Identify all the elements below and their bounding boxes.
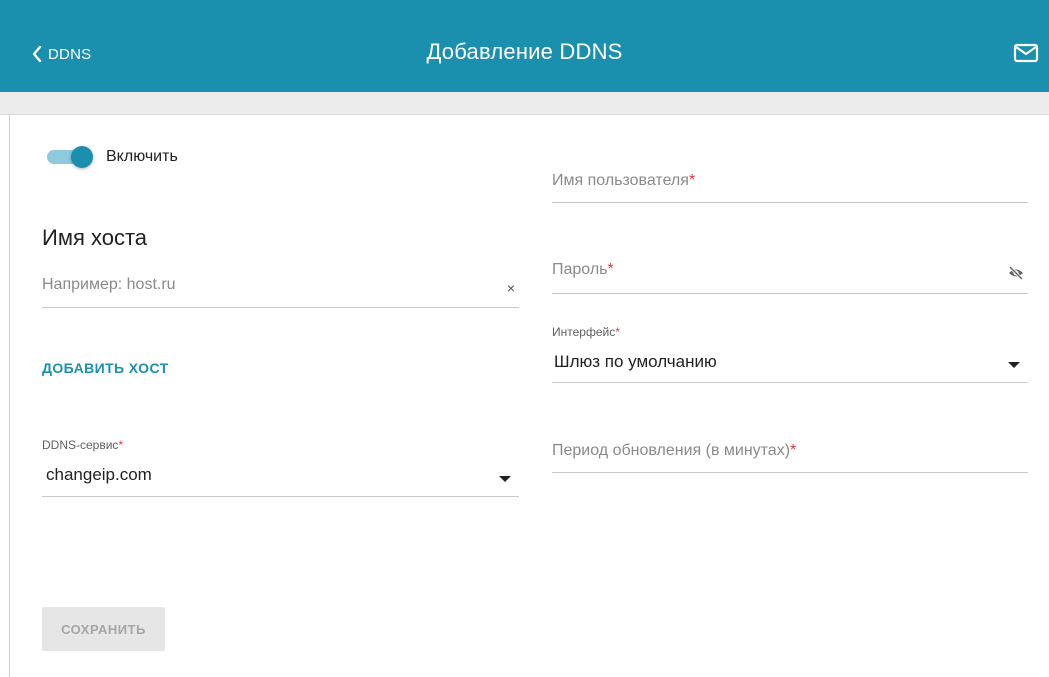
interface-label: Интерфейс* <box>552 325 620 339</box>
ddns-service-label: DDNS-сервис* <box>42 438 124 452</box>
chevron-down-icon <box>499 476 511 482</box>
interface-select[interactable]: Интерфейс* Шлюз по умолчанию <box>552 325 1028 383</box>
ddns-service-underline <box>42 496 519 497</box>
username-input[interactable]: Имя пользователя* <box>552 162 1028 203</box>
ddns-service-value: changeip.com <box>46 465 152 484</box>
username-underline <box>552 202 1028 203</box>
host-input[interactable]: Например: host.ru × <box>42 268 519 308</box>
chevron-down-icon <box>1008 362 1020 368</box>
host-input-underline <box>42 307 519 308</box>
page-title: Добавление DDNS <box>426 39 623 64</box>
interface-underline <box>552 382 1028 383</box>
interface-value: Шлюз по умолчанию <box>554 352 717 371</box>
password-placeholder: Пароль* <box>552 261 614 278</box>
host-input-placeholder: Например: host.ru <box>42 276 176 293</box>
password-underline <box>552 293 1028 294</box>
left-border <box>9 114 10 677</box>
hostname-section-title: Имя хоста <box>42 225 148 250</box>
update-period-underline <box>552 472 1028 473</box>
toggle-knob <box>71 146 93 168</box>
mail-button[interactable] <box>1013 43 1039 68</box>
save-button[interactable]: СОХРАНИТЬ <box>42 607 165 651</box>
mail-icon <box>1013 43 1039 63</box>
clear-host-button[interactable]: × <box>507 280 515 296</box>
password-input[interactable]: Пароль* <box>552 253 1028 294</box>
enable-toggle[interactable] <box>45 146 95 168</box>
eye-off-icon[interactable] <box>1008 266 1024 280</box>
username-placeholder: Имя пользователя* <box>552 172 696 189</box>
update-period-input[interactable]: Период обновления (в минутах)* <box>552 432 1028 473</box>
header-divider-band <box>0 92 1049 115</box>
ddns-service-select[interactable]: DDNS-сервис* changeip.com <box>42 438 519 497</box>
update-period-placeholder: Период обновления (в минутах)* <box>552 442 797 459</box>
enable-toggle-label: Включить <box>106 148 178 165</box>
add-host-button[interactable]: ДОБАВИТЬ ХОСТ <box>42 360 169 376</box>
top-app-bar: DDNS Добавление DDNS <box>0 0 1049 92</box>
